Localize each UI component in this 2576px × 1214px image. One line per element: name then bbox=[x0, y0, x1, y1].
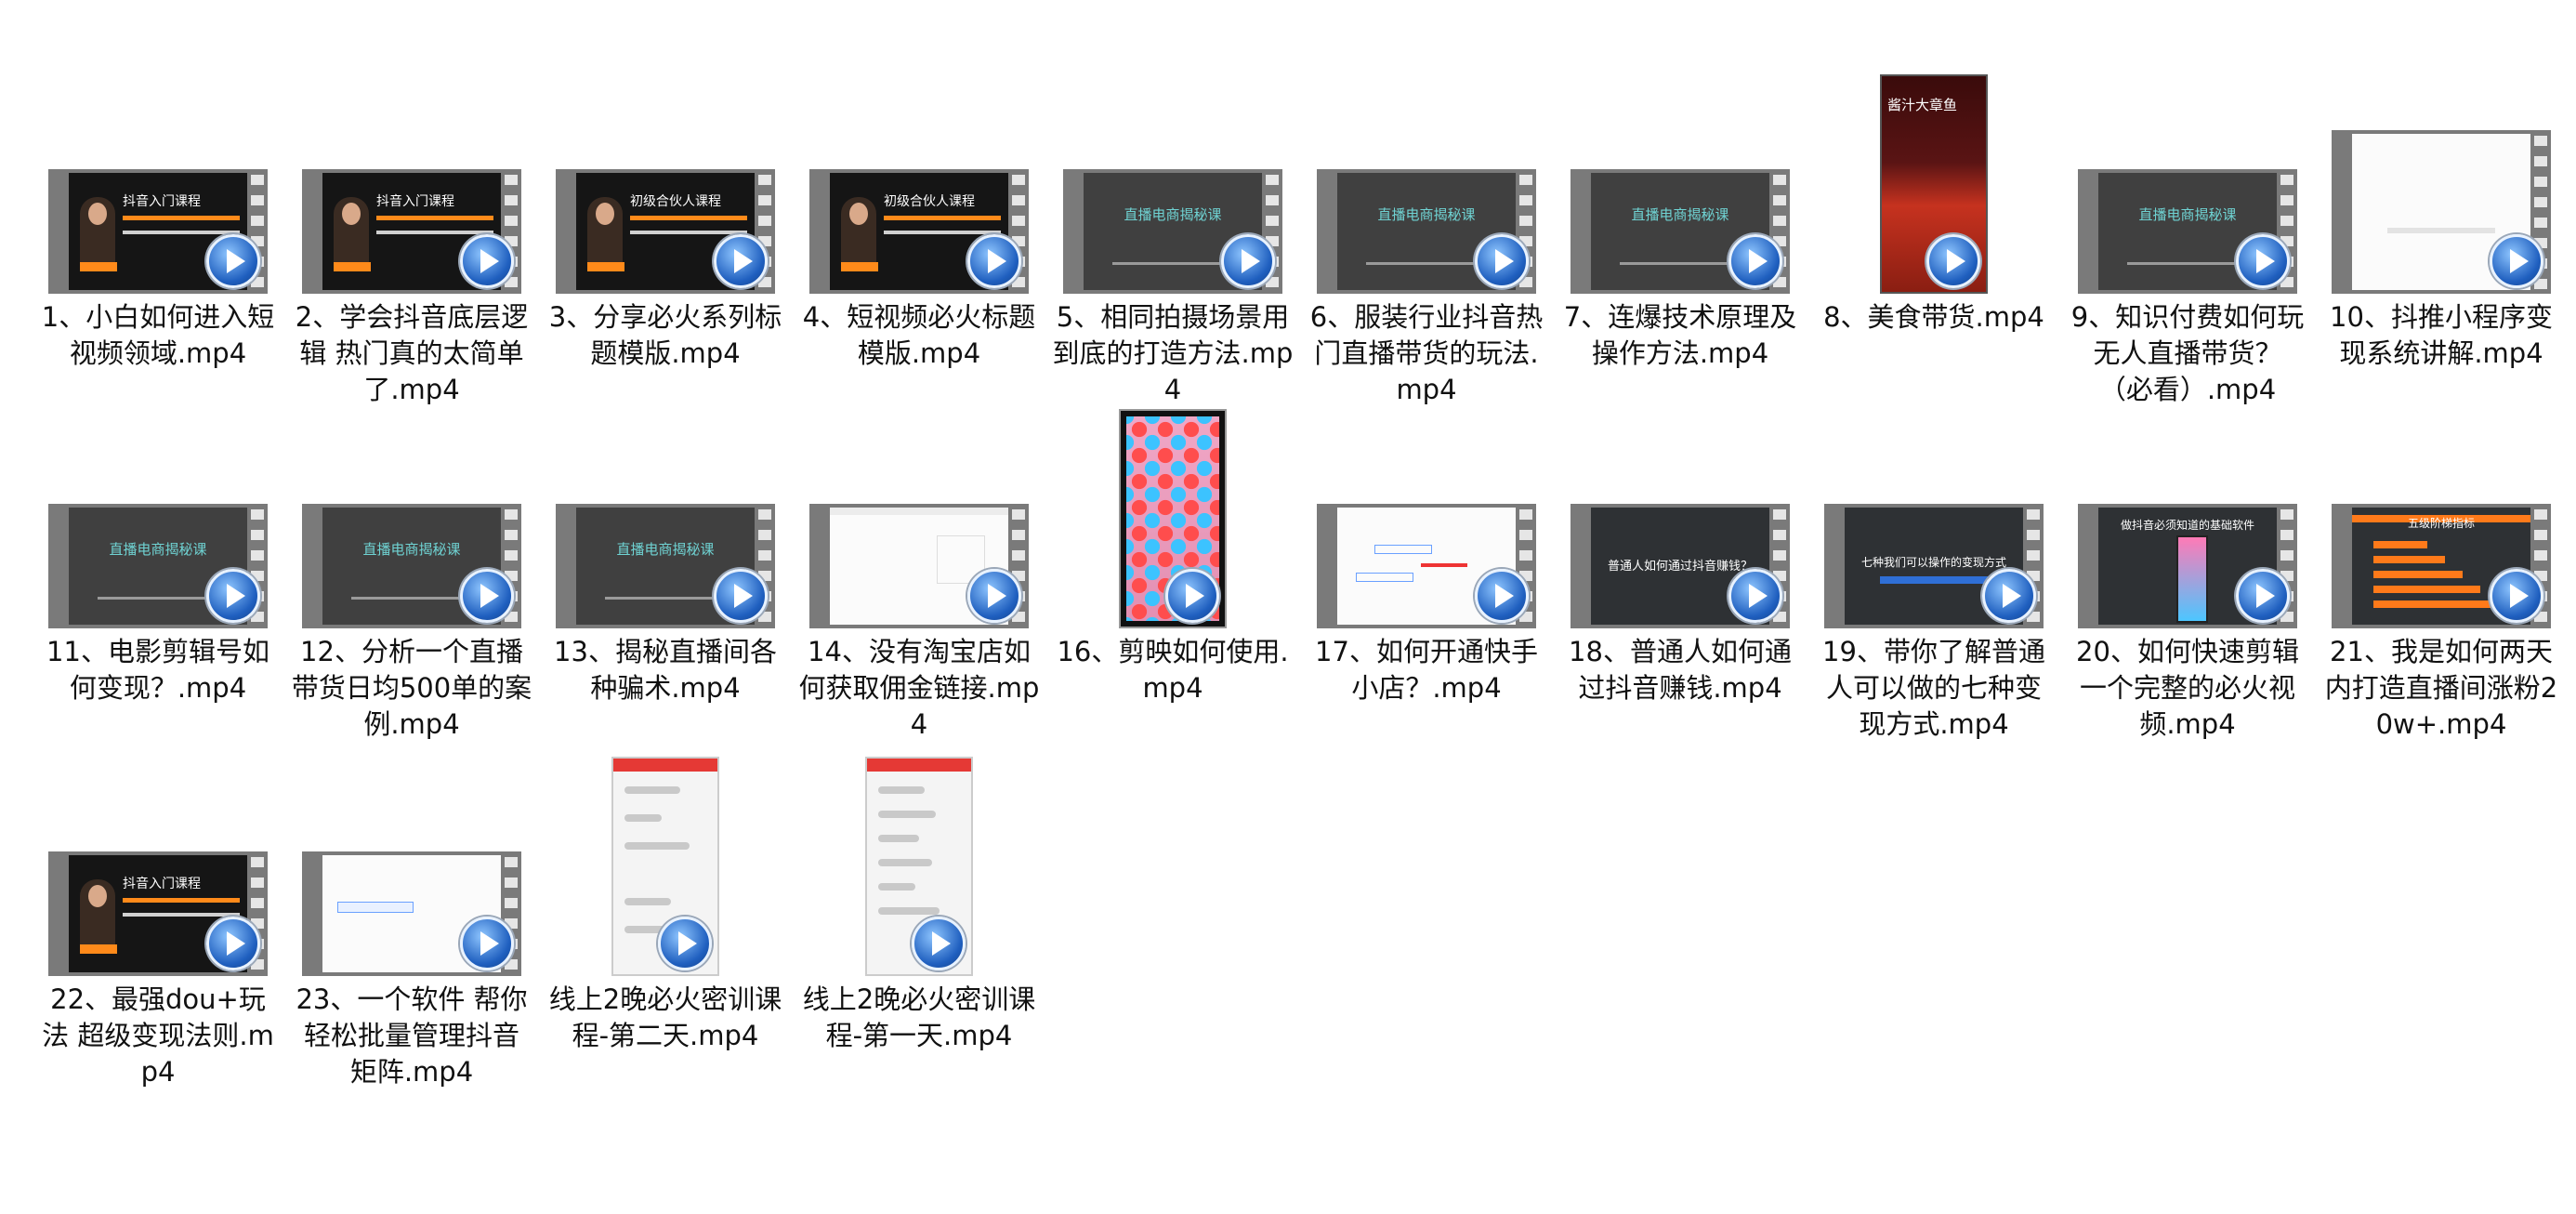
file-item[interactable]: 直播电商揭秘课 6、服装行业抖音热门直播带货的玩法.mp4 bbox=[1306, 0, 1547, 408]
file-item[interactable]: 线上2晚必火密训课程-第一天.mp4 bbox=[798, 744, 1040, 1054]
file-name[interactable]: 1、小白如何进入短视频领域.mp4 bbox=[37, 299, 279, 372]
file-name[interactable]: 2、学会抖音底层逻辑 热门真的太简单了.mp4 bbox=[291, 299, 532, 408]
file-name[interactable]: 12、分析一个直播带货日均500单的案例.mp4 bbox=[291, 634, 532, 743]
file-explorer-icon-view: { "files": [ {"label": "1、小白如何进入短视频领域.mp… bbox=[0, 0, 2576, 1214]
play-icon bbox=[206, 917, 260, 970]
play-icon bbox=[2490, 234, 2543, 288]
play-icon bbox=[1475, 569, 1529, 623]
play-icon bbox=[1982, 569, 2036, 623]
file-name[interactable]: 14、没有淘宝店如何获取佣金链接.mp4 bbox=[798, 634, 1040, 743]
file-name[interactable]: 18、普通人如何通过抖音赚钱.mp4 bbox=[1559, 634, 1801, 706]
file-item[interactable]: 七种我们可以操作的变现方式 19、带你了解普通人可以做的七种变现方式.mp4 bbox=[1813, 396, 2055, 743]
play-icon bbox=[206, 234, 260, 288]
file-name[interactable]: 7、连爆技术原理及操作方法.mp4 bbox=[1559, 299, 1801, 372]
play-icon bbox=[714, 234, 768, 288]
file-item[interactable]: 23、一个软件 帮你轻松批量管理抖音矩阵.mp4 bbox=[291, 744, 532, 1090]
play-icon bbox=[912, 917, 966, 970]
file-item[interactable]: 初级合伙人课程 3、分享必火系列标题模版.mp4 bbox=[545, 0, 786, 372]
play-icon bbox=[460, 569, 514, 623]
play-icon bbox=[658, 917, 712, 970]
file-item[interactable]: 14、没有淘宝店如何获取佣金链接.mp4 bbox=[798, 396, 1040, 743]
file-item[interactable]: 直播电商揭秘课 13、揭秘直播间各种骗术.mp4 bbox=[545, 396, 786, 706]
file-item[interactable]: 直播电商揭秘课 5、相同拍摄场景用到底的打造方法.mp4 bbox=[1052, 0, 1294, 408]
play-icon bbox=[714, 569, 768, 623]
play-icon bbox=[1728, 234, 1782, 288]
file-name[interactable]: 11、电影剪辑号如何变现？.mp4 bbox=[37, 634, 279, 706]
file-name[interactable]: 21、我是如何两天内打造直播间涨粉20w+.mp4 bbox=[2320, 634, 2562, 743]
file-item[interactable]: 直播电商揭秘课 7、连爆技术原理及操作方法.mp4 bbox=[1559, 0, 1801, 372]
file-name[interactable]: 3、分享必火系列标题模版.mp4 bbox=[545, 299, 786, 372]
play-icon bbox=[1728, 569, 1782, 623]
file-name[interactable]: 9、知识付费如何玩无人直播带货？（必看）.mp4 bbox=[2067, 299, 2308, 408]
play-icon bbox=[1475, 234, 1529, 288]
file-name[interactable]: 6、服装行业抖音热门直播带货的玩法.mp4 bbox=[1306, 299, 1547, 408]
file-name[interactable]: 17、如何开通快手小店？.mp4 bbox=[1306, 634, 1547, 706]
file-item[interactable]: 做抖音必须知道的基础软件 20、如何快速剪辑一个完整的必火视频.mp4 bbox=[2067, 396, 2308, 743]
file-name[interactable]: 线上2晚必火密训课程-第一天.mp4 bbox=[798, 982, 1040, 1054]
play-icon bbox=[2236, 234, 2290, 288]
play-icon bbox=[206, 569, 260, 623]
file-item[interactable]: 普通人如何通过抖音赚钱？ 18、普通人如何通过抖音赚钱.mp4 bbox=[1559, 396, 1801, 706]
play-icon bbox=[967, 569, 1021, 623]
play-icon bbox=[2490, 569, 2543, 623]
play-icon bbox=[1926, 234, 1980, 288]
file-name[interactable]: 线上2晚必火密训课程-第二天.mp4 bbox=[545, 982, 786, 1054]
file-item[interactable]: 初级合伙人课程 4、短视频必火标题模版.mp4 bbox=[798, 0, 1040, 372]
play-icon bbox=[2236, 569, 2290, 623]
file-item[interactable]: 线上2晚必火密训课程-第二天.mp4 bbox=[545, 744, 786, 1054]
file-name[interactable]: 5、相同拍摄场景用到底的打造方法.mp4 bbox=[1052, 299, 1294, 408]
file-item[interactable]: 抖音入门课程 2、学会抖音底层逻辑 热门真的太简单了.mp4 bbox=[291, 0, 532, 408]
file-name[interactable]: 4、短视频必火标题模版.mp4 bbox=[798, 299, 1040, 372]
file-item[interactable]: 抖音入门课程 22、最强dou+玩法 超级变现法则.mp4 bbox=[37, 744, 279, 1090]
file-item[interactable]: 直播电商揭秘课 11、电影剪辑号如何变现？.mp4 bbox=[37, 396, 279, 706]
file-item[interactable]: 五级阶梯指标 21、我是如何两天内打造直播间涨粉20w+.mp4 bbox=[2320, 396, 2562, 743]
file-name[interactable]: 13、揭秘直播间各种骗术.mp4 bbox=[545, 634, 786, 706]
play-icon bbox=[1165, 569, 1219, 623]
file-item[interactable]: 酱汁大章鱼 8、美食带货.mp4 bbox=[1813, 0, 2055, 336]
file-name[interactable]: 23、一个软件 帮你轻松批量管理抖音矩阵.mp4 bbox=[291, 982, 532, 1090]
file-item[interactable]: 直播电商揭秘课 12、分析一个直播带货日均500单的案例.mp4 bbox=[291, 396, 532, 743]
play-icon bbox=[1221, 234, 1275, 288]
file-item[interactable]: 直播电商揭秘课 9、知识付费如何玩无人直播带货？（必看）.mp4 bbox=[2067, 0, 2308, 408]
file-name[interactable]: 10、抖推小程序变现系统讲解.mp4 bbox=[2320, 299, 2562, 372]
file-item[interactable]: 17、如何开通快手小店？.mp4 bbox=[1306, 396, 1547, 706]
play-icon bbox=[967, 234, 1021, 288]
file-item[interactable]: 抖音入门课程 1、小白如何进入短视频领域.mp4 bbox=[37, 0, 279, 372]
file-item[interactable]: 16、剪映如何使用.mp4 bbox=[1052, 396, 1294, 706]
file-name[interactable]: 19、带你了解普通人可以做的七种变现方式.mp4 bbox=[1813, 634, 2055, 743]
play-icon bbox=[460, 917, 514, 970]
file-name[interactable]: 20、如何快速剪辑一个完整的必火视频.mp4 bbox=[2067, 634, 2308, 743]
file-name[interactable]: 8、美食带货.mp4 bbox=[1813, 299, 2055, 336]
file-item[interactable]: 10、抖推小程序变现系统讲解.mp4 bbox=[2320, 0, 2562, 372]
file-name[interactable]: 16、剪映如何使用.mp4 bbox=[1052, 634, 1294, 706]
play-icon bbox=[460, 234, 514, 288]
file-name[interactable]: 22、最强dou+玩法 超级变现法则.mp4 bbox=[37, 982, 279, 1090]
